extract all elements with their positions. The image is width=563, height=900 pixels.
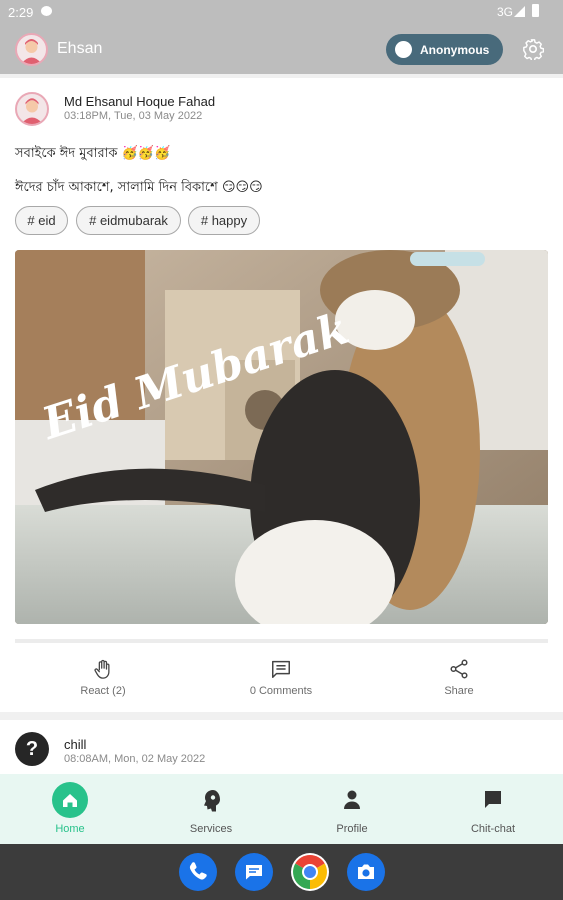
post-card: ? chill 08:08AM, Mon, 02 May 2022 <box>0 720 563 774</box>
bottom-nav: Home Services Profile Chit-chat <box>0 774 563 844</box>
gear-icon[interactable] <box>522 38 544 60</box>
user-name[interactable]: Ehsan <box>57 40 102 58</box>
home-icon <box>52 782 88 818</box>
react-button[interactable]: React (2) <box>48 658 158 702</box>
anonymous-toggle[interactable]: Anonymous <box>386 34 503 65</box>
anonymous-label: Anonymous <box>420 43 490 57</box>
post-timestamp: 03:18PM, Tue, 03 May 2022 <box>64 110 203 122</box>
nav-item-services[interactable]: Services <box>141 774 281 844</box>
toggle-knob[interactable] <box>395 41 412 58</box>
person-icon <box>334 782 370 818</box>
nav-label-home: Home <box>55 823 85 835</box>
nav-label-chit-chat: Chit-chat <box>470 823 516 835</box>
post-divider <box>15 639 548 643</box>
nav-label-profile: Profile <box>336 823 368 835</box>
post-text-line-2: ঈদের চাঁদ আকাশে, সালামি দিন বিকাশে 😏😏😏 <box>15 180 263 195</box>
comment-icon <box>272 660 290 678</box>
avatar[interactable] <box>15 33 48 66</box>
post-author-name[interactable]: Md Ehsanul Hoque Fahad <box>64 94 215 109</box>
share-icon <box>450 659 468 679</box>
app-bar: Ehsan Anonymous <box>0 26 563 74</box>
avatar-illustration-icon <box>21 39 42 64</box>
phone-icon[interactable] <box>179 853 217 891</box>
question-icon[interactable]: ? <box>15 732 49 766</box>
comments-label: 0 Comments <box>249 685 313 697</box>
react-label: React (2) <box>80 685 126 697</box>
tag-chip-happy[interactable]: # happy <box>188 206 260 235</box>
tag-chip-eidmubarak[interactable]: # eidmubarak <box>76 206 181 235</box>
hand-icon <box>94 659 110 679</box>
camera-icon[interactable] <box>347 853 385 891</box>
chrome-icon[interactable] <box>291 853 329 891</box>
nav-item-home[interactable]: Home <box>0 774 140 844</box>
tag-chip-eid[interactable]: # eid <box>15 206 68 235</box>
comments-button[interactable]: 0 Comments <box>226 658 336 702</box>
nav-item-chit-chat[interactable]: Chit-chat <box>423 774 563 844</box>
post-author-avatar[interactable] <box>15 92 49 126</box>
status-bar: 2:29 3G <box>0 0 563 26</box>
nav-label-services: Services <box>189 823 233 835</box>
share-label: Share <box>444 685 474 697</box>
network-type: 3G <box>496 5 513 19</box>
post-author-name[interactable]: chill <box>64 737 86 752</box>
avatar-illustration-icon <box>21 98 43 124</box>
post-card: Md Ehsanul Hoque Fahad 03:18PM, Tue, 03 … <box>0 78 563 712</box>
share-button[interactable]: Share <box>404 658 514 702</box>
post-text-line-1: সবাইকে ঈদ মুবারাক 🥳🥳🥳 <box>15 146 171 161</box>
signal-icon <box>514 6 525 17</box>
post-timestamp: 08:08AM, Mon, 02 May 2022 <box>64 753 206 765</box>
cat-photo: Eid Mubarak <box>15 250 548 624</box>
feed[interactable]: Md Ehsanul Hoque Fahad 03:18PM, Tue, 03 … <box>0 74 563 774</box>
battery-icon <box>532 4 539 17</box>
chat-icon <box>475 782 511 818</box>
nav-item-profile[interactable]: Profile <box>282 774 422 844</box>
messages-icon[interactable] <box>235 853 273 891</box>
services-icon <box>193 782 229 818</box>
status-time: 2:29 <box>8 5 34 20</box>
system-dock <box>0 844 563 900</box>
notification-icon <box>41 6 52 16</box>
post-image[interactable]: Eid Mubarak <box>15 250 548 624</box>
